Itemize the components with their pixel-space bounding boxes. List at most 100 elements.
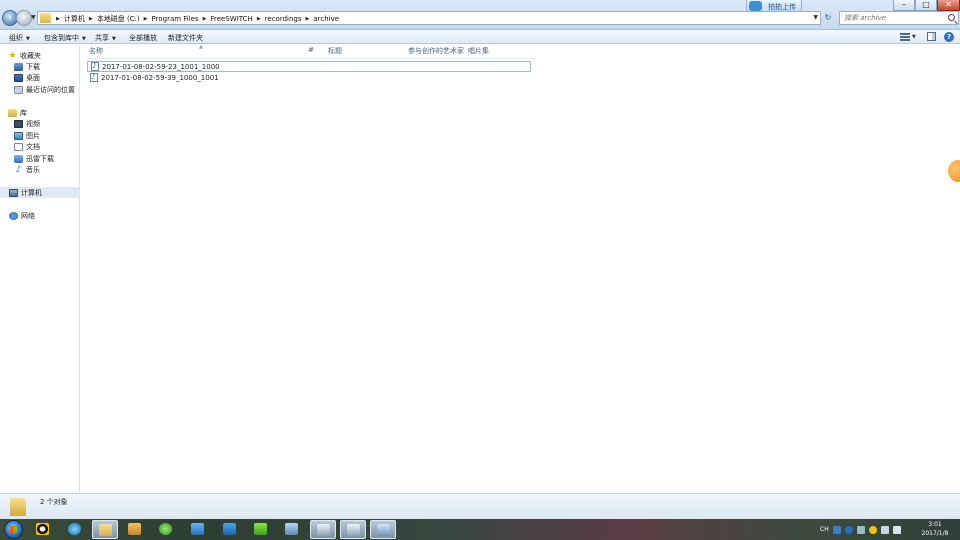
nav-label: 计算机 [21,188,42,197]
breadcrumb-computer[interactable]: 计算机 [62,14,87,24]
browser-icon [68,523,81,535]
breadcrumb: ▶ 计算机 ▶ 本地磁盘 (C:) ▶ Program Files ▶ Free… [54,13,341,24]
breadcrumb-freeswitch[interactable]: FreeSWITCH [209,15,255,23]
breadcrumb-local-disk[interactable]: 本地磁盘 (C:) [95,14,142,24]
title-bar: ‹ › ▼ ▶ 计算机 ▶ 本地磁盘 (C:) ▶ Program Files … [0,0,960,30]
header-divider [87,58,536,59]
chevron-right-icon[interactable]: ▶ [255,16,263,22]
picture-icon [14,131,23,140]
search-input[interactable] [840,12,944,24]
document-icon [14,142,23,151]
file-row[interactable]: 2017-01-08-02-59-39_1000_1001 [87,72,531,83]
preview-pane-icon[interactable] [927,32,936,41]
taskbar-app-remote[interactable] [279,520,305,539]
nav-libraries[interactable]: 库 [8,107,87,118]
search-box [839,11,959,25]
breadcrumb-archive[interactable]: archive [311,15,341,23]
cloud-upload-icon [749,1,762,11]
taskbar-app-media[interactable] [122,520,148,539]
window-icon [317,524,330,536]
breadcrumb-recordings[interactable]: recordings [263,15,304,23]
taskbar-app-globe[interactable] [62,520,88,539]
address-history-dropdown[interactable]: ▼ [813,14,818,21]
include-library-menu[interactable]: 包含到库中 ▼ [44,33,86,43]
music-icon: ♪ [15,164,22,175]
search-icon[interactable] [948,14,955,21]
file-name: 2017-01-08-02-59-23_1001_1000 [102,62,220,71]
column-header-title[interactable]: 标题 [328,46,342,58]
remote-desktop-icon [285,523,298,535]
network-tray-icon[interactable] [856,525,865,534]
start-button[interactable] [4,520,23,539]
refresh-button[interactable]: ↻ [823,13,833,23]
new-folder-button[interactable]: 新建文件夹 [168,33,203,43]
maximize-button[interactable]: □ [915,0,937,11]
taskbar-app-qq[interactable] [30,520,56,539]
column-header-album[interactable]: 唱片集 [468,46,489,58]
input-language[interactable]: CH [820,526,829,533]
chevron-right-icon[interactable]: ▶ [142,16,150,22]
nav-label: 最近访问的位置 [26,85,75,94]
share-menu[interactable]: 共享 ▼ [95,33,116,43]
taskbar-app-window-3[interactable] [370,520,396,539]
recent-pages-dropdown[interactable]: ▼ [31,14,36,21]
chevron-right-icon[interactable]: ▶ [304,16,312,22]
sort-indicator-icon: ▲ [199,44,203,50]
close-button[interactable]: ✕ [937,0,960,11]
security-tray-icon[interactable] [868,525,877,534]
upload-label: 拍拍上传 [768,3,796,11]
column-header-name[interactable]: 名称 ▲ [89,44,203,58]
upload-button[interactable]: 拍拍上传 [746,0,802,12]
volume-icon[interactable] [892,525,901,534]
nav-computer[interactable]: 计算机 [0,187,79,198]
address-bar[interactable]: ▶ 计算机 ▶ 本地磁盘 (C:) ▶ Program Files ▶ Free… [37,11,821,25]
nav-favorites[interactable]: ★ 收藏夹 [8,50,87,61]
command-bar: 组织 ▼ 包含到库中 ▼ 共享 ▼ 全部播放 新建文件夹 ▼ ? [0,30,960,44]
column-header-number[interactable]: # [308,46,314,58]
chevron-right-icon[interactable]: ▶ [87,16,95,22]
details-pane: 2 个对象 [0,493,960,519]
taskbar: CH 3:01 2017/1/8 [0,519,960,540]
help-icon[interactable]: ? [944,32,954,42]
nav-label: 桌面 [26,73,40,82]
thunder-download-icon [14,154,23,163]
navigation-pane: ★ 收藏夹 下载 桌面 最近访问的位置 库 视频 图片 文档 迅雷下载 ♪ 音乐 计… [0,45,80,493]
taskbar-app-bird[interactable] [185,520,211,539]
flag-icon[interactable] [880,525,889,534]
column-header-artist[interactable]: 参与创作的艺术家 [408,46,464,58]
taskbar-app-iqiyi[interactable] [248,520,274,539]
taskbar-app-green[interactable] [153,520,179,539]
forward-button[interactable]: › [16,10,32,26]
taskbar-app-window-1[interactable] [310,520,336,539]
window-icon [347,524,360,536]
file-list: 名称 ▲ # 标题 参与创作的艺术家 唱片集 2017-01-08-02-59-… [81,44,960,493]
nav-label: 视频 [26,119,40,128]
item-count: 2 个对象 [40,498,68,506]
file-name: 2017-01-08-02-59-39_1000_1001 [101,73,219,82]
system-tray: CH [820,521,905,538]
organize-menu[interactable]: 组织 ▼ [9,33,30,43]
minimize-button[interactable]: – [893,0,915,11]
taskbar-app-explorer[interactable] [92,520,118,539]
audio-file-icon [91,62,99,71]
breadcrumb-program-files[interactable]: Program Files [150,15,201,23]
library-icon [8,108,17,117]
taskbar-app-window-2[interactable] [340,520,366,539]
audio-file-icon [90,73,98,82]
help-tray-icon[interactable] [844,525,853,534]
folder-icon [40,13,51,23]
keyboard-icon[interactable] [832,525,841,534]
file-row[interactable]: 2017-01-08-02-59-23_1001_1000 [87,61,531,72]
chevron-right-icon[interactable]: ▶ [54,16,62,22]
play-all-button[interactable]: 全部播放 [129,33,157,43]
nav-label: 音乐 [26,165,40,174]
explorer-icon [99,524,112,536]
taskbar-app-network[interactable] [217,520,243,539]
recent-places-icon [14,85,23,94]
nav-label: 库 [20,108,27,117]
view-options-dropdown[interactable]: ▼ [912,34,916,40]
chevron-right-icon[interactable]: ▶ [201,16,209,22]
view-options-icon[interactable] [900,33,910,41]
nav-network[interactable]: 网络 [9,210,88,221]
clock[interactable]: 3:01 2017/1/8 [916,520,954,538]
